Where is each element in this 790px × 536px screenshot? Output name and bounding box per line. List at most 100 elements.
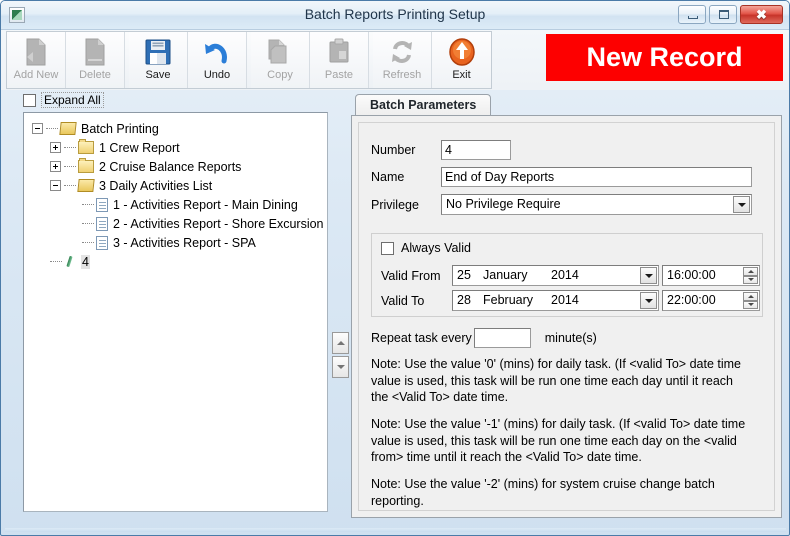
delete-button[interactable]: Delete	[66, 32, 125, 88]
valid-to-date-picker[interactable]: 28 February 2014	[452, 290, 659, 311]
tab-page-batch-parameters: Number 4 Name End of Day Reports Privile…	[351, 115, 782, 518]
valid-from-time-input[interactable]: 16:00:00	[662, 265, 760, 286]
valid-from-label: Valid From	[381, 269, 452, 283]
paste-button[interactable]: Paste	[310, 32, 369, 88]
status-badge: New Record	[546, 34, 783, 81]
tree-line	[82, 242, 94, 244]
chevron-down-icon[interactable]	[640, 292, 657, 309]
document-icon	[96, 236, 108, 250]
chevron-up-icon	[337, 341, 345, 345]
valid-to-time-spinner[interactable]	[743, 292, 758, 309]
spinner-down-button[interactable]	[743, 301, 758, 310]
tab-label: Batch Parameters	[370, 98, 476, 112]
copy-icon	[267, 35, 293, 69]
valid-from-time: 16:00:00	[667, 267, 716, 284]
tree-line	[82, 204, 94, 206]
tree-line	[46, 128, 58, 130]
maximize-button[interactable]	[709, 5, 737, 24]
report-tree[interactable]: Batch Printing 1 Crew Report 2 Cruise Ba…	[23, 112, 328, 512]
maximize-icon	[719, 10, 729, 19]
expand-all-checkbox-box[interactable]	[23, 94, 36, 107]
valid-from-day: 25	[457, 267, 483, 284]
tree-item-label: 1 - Activities Report - Main Dining	[112, 198, 299, 212]
always-valid-checkbox[interactable]: Always Valid	[381, 241, 471, 255]
app-window: Batch Reports Printing Setup ✖ Add New	[0, 0, 790, 536]
close-button[interactable]: ✖	[740, 5, 783, 24]
tree-item-activities-spa[interactable]: 3 - Activities Report - SPA	[32, 233, 327, 252]
tree-item-activities-main-dining[interactable]: 1 - Activities Report - Main Dining	[32, 195, 327, 214]
repeat-task-unit-label: minute(s)	[545, 331, 597, 345]
window-buttons: ✖	[678, 5, 783, 24]
valid-to-time-input[interactable]: 22:00:00	[662, 290, 760, 311]
expand-icon[interactable]	[50, 142, 61, 153]
toolbar-row: Add New Delete	[1, 30, 789, 90]
exit-icon	[447, 35, 477, 69]
refresh-button[interactable]: Refresh	[373, 32, 432, 88]
repeat-task-label: Repeat task every	[371, 331, 472, 345]
minimize-icon	[688, 16, 698, 19]
note-zero-value: Note: Use the value '0' (mins) for daily…	[371, 356, 751, 406]
minimize-button[interactable]	[678, 5, 706, 24]
tree-item-cruise-balance-reports[interactable]: 2 Cruise Balance Reports	[32, 157, 327, 176]
add-new-button[interactable]: Add New	[7, 32, 66, 88]
paste-label: Paste	[325, 69, 353, 81]
refresh-icon	[388, 35, 416, 69]
expand-icon[interactable]	[50, 161, 61, 172]
name-input[interactable]: End of Day Reports	[441, 167, 752, 187]
expand-all-checkbox[interactable]: Expand All	[23, 92, 104, 108]
folder-open-icon	[59, 122, 76, 135]
chevron-down-icon	[337, 365, 345, 369]
tree-line	[64, 166, 76, 168]
tree-root: Batch Printing 1 Crew Report 2 Cruise Ba…	[24, 113, 327, 271]
tab-batch-parameters[interactable]: Batch Parameters	[355, 94, 491, 116]
spinner-down-button[interactable]	[743, 276, 758, 285]
number-input[interactable]: 4	[441, 140, 511, 160]
tree-item-label: Batch Printing	[80, 122, 160, 136]
tree-item-crew-report[interactable]: 1 Crew Report	[32, 138, 327, 157]
valid-from-time-spinner[interactable]	[743, 267, 758, 284]
spinner-up-button[interactable]	[743, 292, 758, 301]
always-valid-checkbox-box[interactable]	[381, 242, 394, 255]
folder-open-icon	[77, 179, 94, 192]
pencil-icon	[64, 255, 77, 269]
privilege-select[interactable]: No Privilege Require	[441, 194, 752, 215]
chevron-down-icon	[748, 278, 754, 281]
exit-button[interactable]: Exit	[432, 32, 491, 88]
name-label: Name	[371, 170, 441, 184]
copy-button[interactable]: Copy	[251, 32, 310, 88]
splitter-scroll-up-button[interactable]	[332, 332, 349, 354]
splitter-scroll-down-button[interactable]	[332, 356, 349, 378]
tree-line	[50, 261, 62, 263]
valid-from-date-parts: 25 January 2014	[457, 267, 579, 284]
chevron-down-icon[interactable]	[733, 196, 750, 213]
add-new-label: Add New	[14, 69, 59, 81]
collapse-icon[interactable]	[32, 123, 43, 134]
valid-from-date-picker[interactable]: 25 January 2014	[452, 265, 659, 286]
repeat-task-row: Repeat task every minute(s)	[371, 328, 597, 348]
spinner-up-button[interactable]	[743, 267, 758, 276]
tree-item-activities-shore-excursion[interactable]: 2 - Activities Report - Shore Excursion	[32, 214, 327, 233]
undo-icon	[202, 35, 232, 69]
chevron-down-icon[interactable]	[640, 267, 657, 284]
collapse-icon[interactable]	[50, 180, 61, 191]
tree-item-new-record[interactable]: 4	[32, 252, 327, 271]
add-new-icon	[23, 35, 49, 69]
tab-strip: Batch Parameters	[351, 94, 782, 116]
tree-line	[64, 147, 76, 149]
number-row: Number 4	[371, 140, 511, 160]
title-bar: Batch Reports Printing Setup ✖	[1, 1, 789, 30]
tree-item-batch-printing[interactable]: Batch Printing	[32, 119, 327, 138]
privilege-value: No Privilege Require	[446, 196, 561, 213]
save-button[interactable]: Save	[129, 32, 188, 88]
window-title: Batch Reports Printing Setup	[1, 6, 789, 22]
valid-from-row: Valid From 25 January 2014 16:00:0	[381, 265, 760, 286]
tree-item-daily-activities-list[interactable]: 3 Daily Activities List	[32, 176, 327, 195]
tree-item-label: 2 - Activities Report - Shore Excursion	[112, 217, 325, 231]
save-icon	[144, 35, 172, 69]
paste-icon	[326, 35, 352, 69]
document-icon	[96, 217, 108, 231]
undo-button[interactable]: Undo	[188, 32, 247, 88]
chevron-up-icon	[748, 295, 754, 298]
valid-to-row: Valid To 28 February 2014 22:00:00	[381, 290, 760, 311]
repeat-minutes-input[interactable]	[474, 328, 531, 348]
